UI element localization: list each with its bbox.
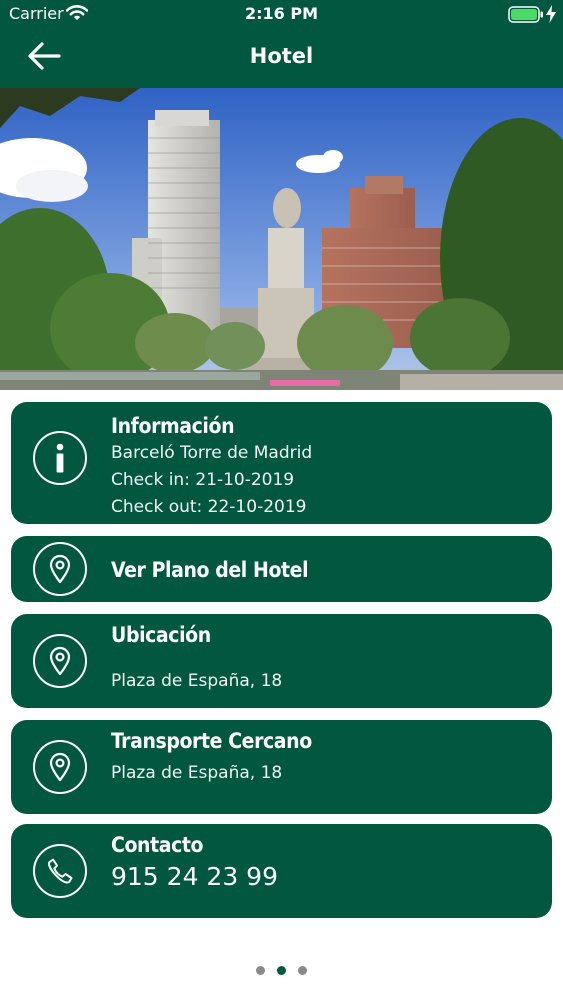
- contact-phone-number[interactable]: 915 24 23 99: [111, 862, 278, 891]
- location-pin-icon: [33, 740, 87, 794]
- hotel-photo: [0, 88, 563, 390]
- location-pin-icon: [33, 542, 87, 596]
- location-address: Plaza de España, 18: [111, 671, 283, 691]
- location-pin-icon: [33, 634, 87, 688]
- clock: 2:16 PM: [244, 4, 318, 23]
- status-bar: Carrier 2:16 PM: [0, 0, 563, 30]
- phone-icon: [33, 844, 87, 898]
- navigation-header: Carrier 2:16 PM Hotel: [0, 0, 563, 88]
- contact-title: Contacto: [111, 833, 204, 857]
- hotel-map-card[interactable]: Ver Plano del Hotel: [11, 536, 552, 602]
- info-card[interactable]: Información Barceló Torre de Madrid Chec…: [11, 402, 552, 524]
- page-dot[interactable]: [256, 966, 265, 975]
- page-dot[interactable]: [298, 966, 307, 975]
- page-dot-active[interactable]: [277, 966, 286, 975]
- hotel-map-title: Ver Plano del Hotel: [111, 558, 309, 582]
- info-title: Información: [111, 414, 235, 438]
- transport-address: Plaza de España, 18: [111, 763, 283, 783]
- page-indicator: [0, 960, 563, 979]
- charging-bolt-icon: [546, 5, 556, 23]
- transport-card[interactable]: Transporte Cercano Plaza de España, 18: [11, 720, 552, 814]
- location-title: Ubicación: [111, 623, 211, 647]
- hotel-name: Barceló Torre de Madrid: [111, 443, 313, 463]
- check-out-date: Check out: 22-10-2019: [111, 497, 307, 517]
- page-title: Hotel: [249, 44, 314, 68]
- battery-icon: [508, 6, 543, 23]
- contact-card[interactable]: Contacto 915 24 23 99: [11, 824, 552, 918]
- check-in-date: Check in: 21-10-2019: [111, 470, 295, 490]
- info-icon: [33, 431, 87, 485]
- location-card[interactable]: Ubicación Plaza de España, 18: [11, 614, 552, 708]
- transport-title: Transporte Cercano: [111, 729, 312, 753]
